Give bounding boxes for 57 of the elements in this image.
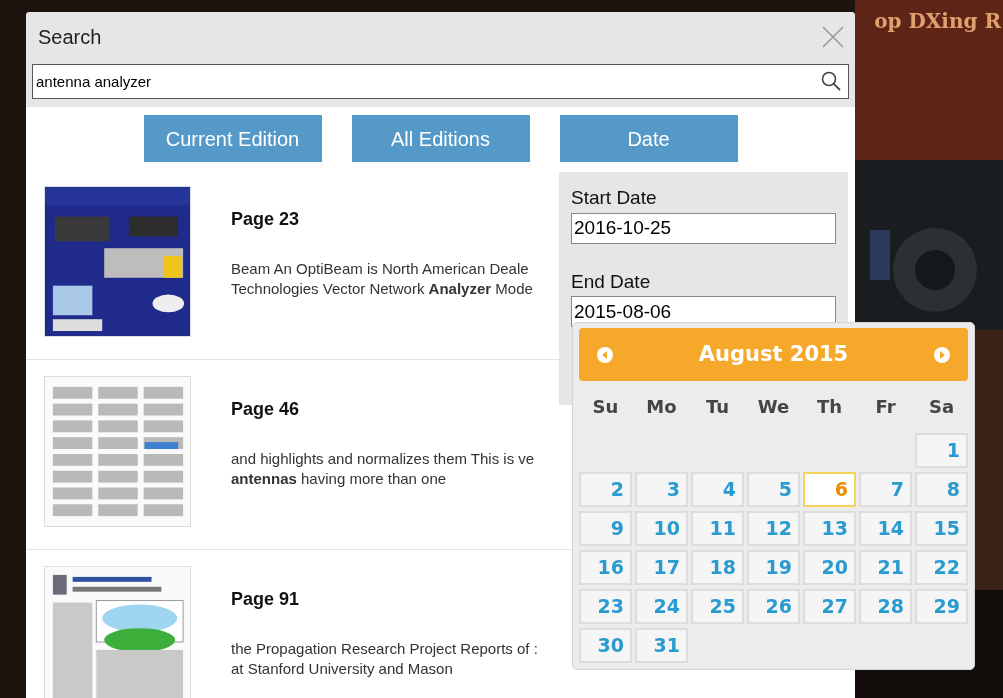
day-cell[interactable]: 4 [691,472,744,507]
day-cell[interactable]: 8 [915,472,968,507]
day-cell[interactable]: 17 [635,550,688,585]
month-title: August 2015 [698,340,849,368]
day-cell[interactable]: 1 [915,433,968,468]
start-date-field[interactable]: 2016-10-25 [571,212,836,244]
day-cell[interactable]: 5 [747,472,800,507]
day-cell[interactable]: 24 [635,589,688,624]
result-snippet: Beam An OptiBeam is North American Deale Technologies Vector Network Analyzer Mode [231,259,533,299]
result-snippet: the Propagation Research Project Reports of : at Stanford University and Mason [231,639,538,679]
day-cell[interactable]: 20 [803,550,856,585]
search-icon[interactable] [821,71,841,91]
next-icon[interactable] [934,346,950,363]
day-cell[interactable]: 13 [803,511,856,546]
day-cell[interactable]: 26 [747,589,800,624]
day-cell[interactable]: 19 [747,550,800,585]
day-cell[interactable]: 28 [859,589,912,624]
field-label: Start Date [571,186,658,210]
weekday-label: Su [591,395,620,419]
day-cell[interactable]: 10 [635,511,688,546]
filter-button[interactable]: Date [559,115,738,162]
close-icon[interactable] [821,25,845,49]
day-cell[interactable]: 16 [579,550,632,585]
day-cell[interactable]: 29 [915,589,968,624]
day-cell[interactable]: 2 [579,472,632,507]
weekday-label: Th [815,395,844,419]
day-cell[interactable]: 12 [747,511,800,546]
day-cell[interactable]: 11 [691,511,744,546]
weekday-label: Mo [645,395,678,419]
weekday-label: Tu [704,395,731,419]
day-cell[interactable]: 23 [579,589,632,624]
weekday-label: We [756,395,791,419]
result-title[interactable]: Page 91 [231,586,538,613]
day-cell[interactable]: 30 [579,628,632,663]
weekday-label: Sa [927,395,956,419]
search-field[interactable]: antenna analyzer [32,64,849,99]
day-cell[interactable]: 15 [915,511,968,546]
filter-button[interactable]: All Editions [351,115,530,162]
day-cell[interactable]: 21 [859,550,912,585]
weekday-label: Fr [874,395,897,419]
day-cell[interactable]: 7 [859,472,912,507]
day-cell[interactable]: 31 [635,628,688,663]
previous-icon[interactable] [597,346,613,363]
day-cell[interactable]: 27 [803,589,856,624]
day-cell[interactable]: 3 [635,472,688,507]
field-label: End Date [571,269,652,294]
result-snippet: and highlights and normalizes them This is ve antennas having more than one [231,449,535,489]
day-cell[interactable]: 14 [859,511,912,546]
day-cell[interactable]: 6 [803,472,856,507]
day-cell[interactable]: 25 [691,589,744,624]
result-title[interactable]: Page 46 [231,396,535,423]
day-cell[interactable]: 18 [691,550,744,585]
day-cell[interactable]: 9 [579,511,632,546]
filter-button[interactable]: Current Edition [143,115,322,162]
dialog-title: Search [37,25,102,50]
result-title[interactable]: Page 23 [231,206,533,233]
day-cell[interactable]: 22 [915,550,968,585]
